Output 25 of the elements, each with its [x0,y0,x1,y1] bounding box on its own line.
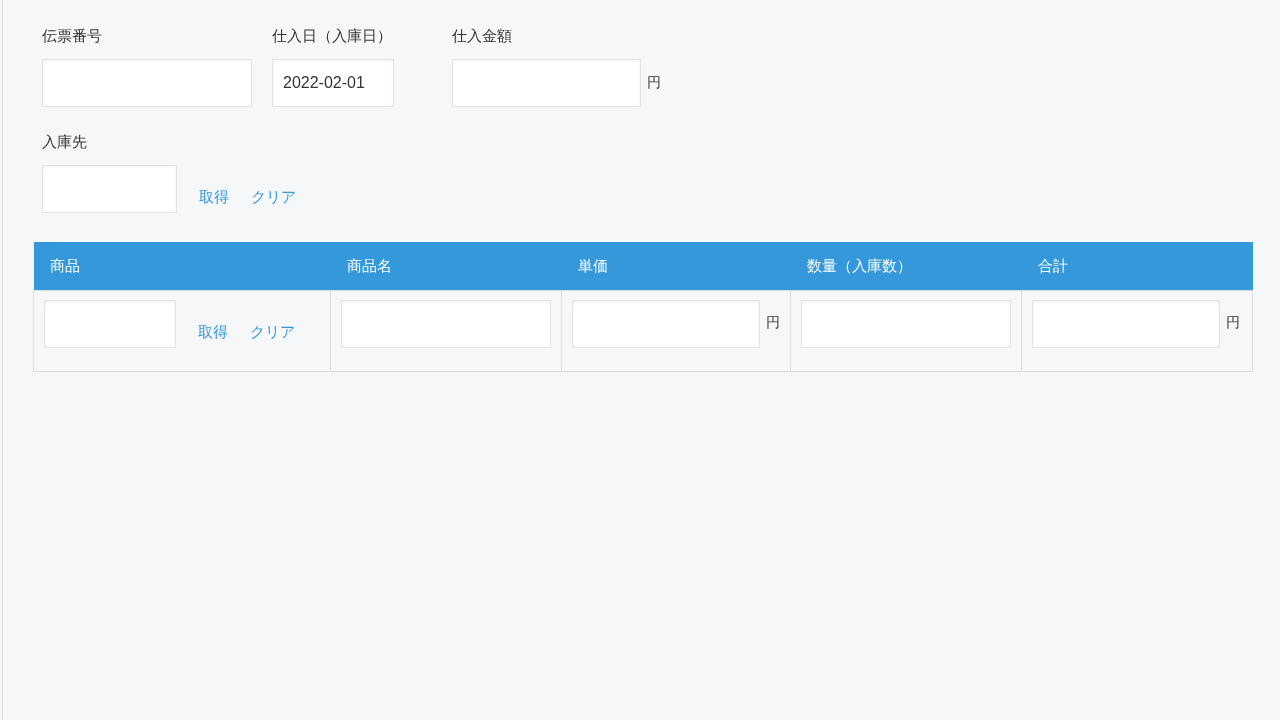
text-link[interactable]: 取得 [199,188,229,207]
input-field[interactable] [42,165,177,213]
input-field[interactable] [341,300,551,348]
input-field[interactable] [452,59,641,107]
unit-label: 円 [766,314,780,332]
input-field[interactable] [42,59,252,107]
input-field[interactable] [801,300,1011,348]
field-label: 伝票番号 [42,27,103,45]
input-field[interactable] [572,300,760,348]
column-header: 合計 [1021,242,1253,291]
unit-label: 円 [647,74,661,92]
field-label: 仕入金額 [452,27,513,45]
column-header: 商品 [33,242,331,291]
column-header: 商品名 [330,242,562,291]
unit-label: 円 [1226,314,1240,332]
input-field[interactable] [1032,300,1220,348]
field-label: 仕入日（入庫日） [272,27,393,45]
field-label: 入庫先 [42,133,88,151]
input-field[interactable] [44,300,176,348]
text-link[interactable]: 取得 [198,322,228,342]
text-link[interactable]: クリア [250,322,295,342]
input-field[interactable]: 2022-02-01 [272,59,394,107]
column-header: 単価 [561,242,791,291]
text-link[interactable]: クリア [251,188,296,207]
column-header: 数量（入庫数） [790,242,1022,291]
